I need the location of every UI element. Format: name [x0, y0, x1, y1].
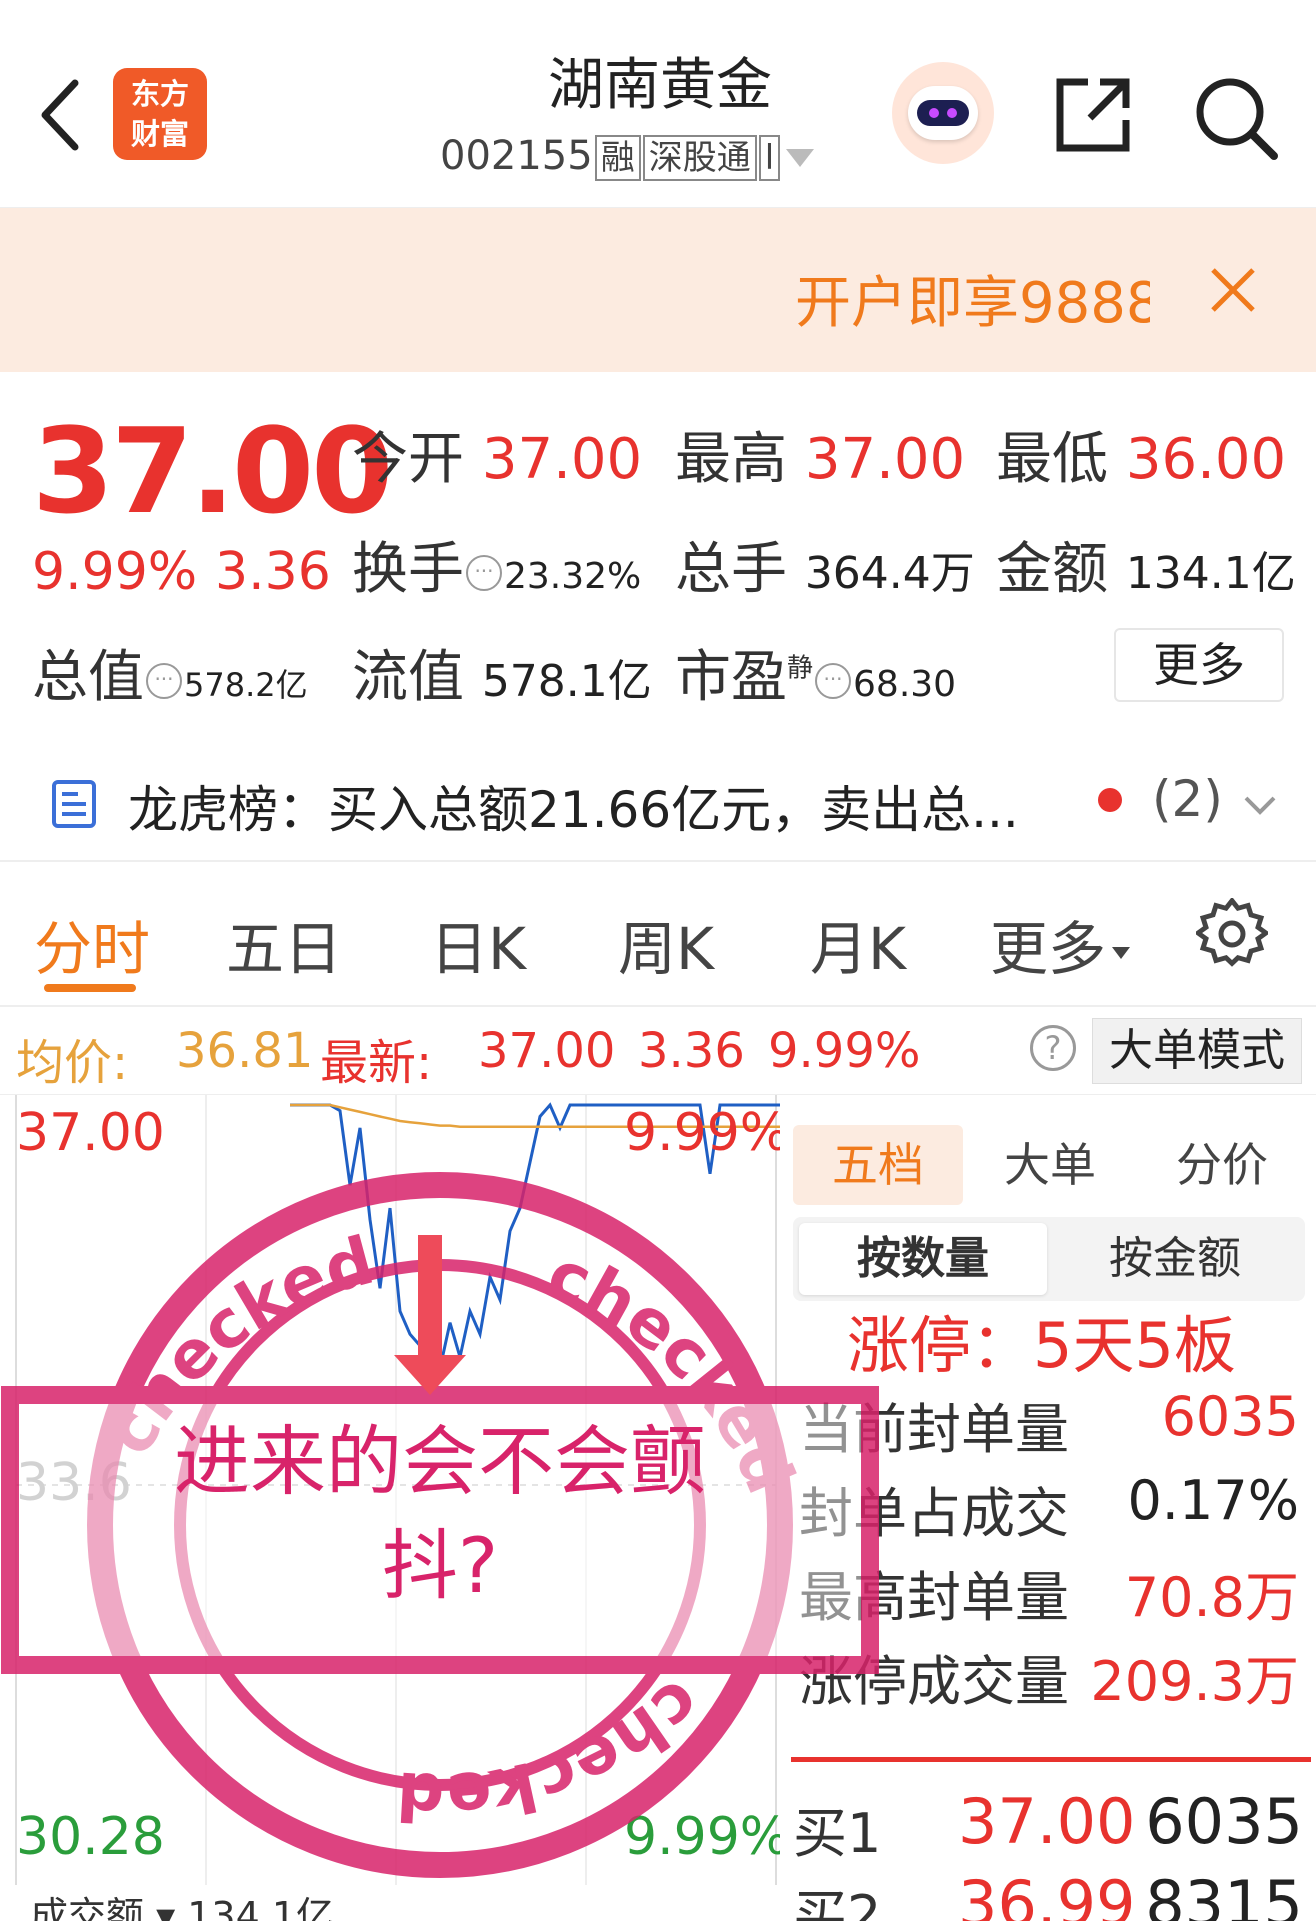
- logo-text-line2: 财富: [130, 117, 189, 151]
- stamp-caption-line1: 进来的会不会颤: [174, 1417, 706, 1506]
- stamp-caption-line2: 抖?: [381, 1521, 499, 1610]
- more-dots-icon[interactable]: ···: [815, 662, 852, 699]
- stock-code-row[interactable]: 002155 融深股通 l: [440, 133, 880, 181]
- tab-daily-k[interactable]: 日K: [430, 902, 526, 986]
- more-dots-icon[interactable]: ···: [146, 662, 182, 699]
- logo-text-line1: 东方: [130, 77, 189, 111]
- volume-footer[interactable]: 成交额 ▾ 134.1亿: [30, 1885, 334, 1921]
- tab-more[interactable]: 更多: [990, 902, 1131, 986]
- avg-price: 36.81: [176, 1023, 314, 1079]
- caret-down-icon: [786, 149, 815, 167]
- avg-price-label: 均价:: [16, 1035, 129, 1091]
- top-bar: 东方 财富 湖南黄金 002155 融深股通 l: [0, 0, 1316, 208]
- chevron-left-icon: [41, 79, 79, 151]
- last-price: 37.00: [32, 402, 393, 540]
- more-dots-icon[interactable]: ···: [466, 554, 502, 591]
- limit-up-title: 涨停：5天5板: [847, 1309, 1236, 1382]
- ai-assistant-button[interactable]: [892, 62, 994, 164]
- latest-percent: 9.99%: [768, 1023, 921, 1079]
- tab-price-distribution[interactable]: 分价: [1137, 1125, 1307, 1205]
- document-icon: [52, 780, 96, 828]
- search-icon[interactable]: [1190, 72, 1280, 162]
- promo-text: 开户即享9888: [795, 271, 1150, 336]
- caret-down-icon: [1112, 946, 1131, 959]
- tab-monthly-k[interactable]: 月K: [810, 902, 906, 986]
- latest-label: 最新:: [320, 1035, 433, 1091]
- chart-bottom-price: 30.28: [16, 1807, 165, 1867]
- active-tab-indicator: [44, 984, 136, 992]
- latest-price: 37.00: [478, 1023, 616, 1079]
- turnover-item: 换手 ··· 23.32%: [352, 537, 642, 602]
- chart-tabs: 分时 五日 日K 周K 月K 更多: [0, 862, 1316, 1007]
- help-icon[interactable]: ?: [1030, 1025, 1076, 1071]
- chevron-down-icon[interactable]: [1240, 784, 1280, 824]
- chart-bottom-percent: 9.99%: [624, 1807, 780, 1867]
- gear-icon[interactable]: [1196, 898, 1268, 970]
- tag-margin: 融: [594, 135, 641, 181]
- open-item: 今开 37.00: [352, 427, 643, 492]
- dragon-tiger-count: (2): [1152, 770, 1223, 828]
- tag-more: l: [758, 135, 781, 181]
- chart-top-percent: 9.99%: [624, 1103, 780, 1163]
- stamp-caption: 进来的会不会颤 抖?: [60, 1410, 820, 1618]
- tab-big-orders[interactable]: 大单: [965, 1125, 1135, 1205]
- robot-icon: [908, 86, 978, 140]
- dragon-tiger-bar[interactable]: 龙虎榜：买入总额21.66亿元，卖出总... (2): [0, 740, 1316, 862]
- stock-code: 002155: [440, 133, 593, 179]
- tab-five-day[interactable]: 五日: [226, 902, 342, 986]
- float-item: 流值 578.1亿: [352, 645, 652, 710]
- order-book-panel: 五档 大单 分价 按数量 按金额 涨停：5天5板 当前封单量 6035 封单占成交…: [785, 1095, 1316, 1921]
- pe-item: 市盈静 ··· 68.30: [675, 645, 957, 710]
- dragon-tiger-summary: 龙虎榜：买入总额21.66亿元，卖出总...: [128, 781, 1019, 839]
- close-icon[interactable]: [1205, 262, 1261, 318]
- book-divider: [791, 1757, 1311, 1762]
- tab-weekly-k[interactable]: 周K: [618, 902, 714, 986]
- app-logo[interactable]: 东方 财富: [113, 68, 207, 160]
- more-quote-button[interactable]: 更多: [1114, 628, 1284, 702]
- tag-connect: 深股通: [642, 135, 757, 181]
- tab-intraday[interactable]: 分时: [34, 902, 150, 986]
- mktcap-item: 总值 ··· 578.2亿: [32, 645, 308, 710]
- latest-change: 3.36: [638, 1023, 745, 1079]
- tab-five-levels[interactable]: 五档: [793, 1125, 963, 1205]
- change-percent: 9.99%: [32, 542, 198, 602]
- high-item: 最高 37.00: [675, 427, 966, 492]
- amount-item: 金额 134.1亿: [996, 537, 1296, 602]
- big-order-mode-button[interactable]: 大单模式: [1092, 1018, 1302, 1084]
- by-amount-button[interactable]: 按金额: [1051, 1223, 1299, 1295]
- chart-top-price: 37.00: [16, 1103, 165, 1163]
- by-quantity-button[interactable]: 按数量: [799, 1223, 1047, 1295]
- low-item: 最低 36.00: [996, 427, 1287, 492]
- book-mode-segment: 按数量 按金额: [793, 1217, 1305, 1301]
- promo-banner[interactable]: 开户即享9888: [0, 208, 1316, 372]
- unread-dot: [1098, 788, 1122, 812]
- share-icon[interactable]: [1050, 72, 1136, 158]
- change-amount: 3.36: [215, 542, 331, 602]
- volume-item: 总手 364.4万: [675, 537, 975, 602]
- back-button[interactable]: [30, 70, 90, 160]
- stock-name: 湖南黄金: [548, 53, 772, 118]
